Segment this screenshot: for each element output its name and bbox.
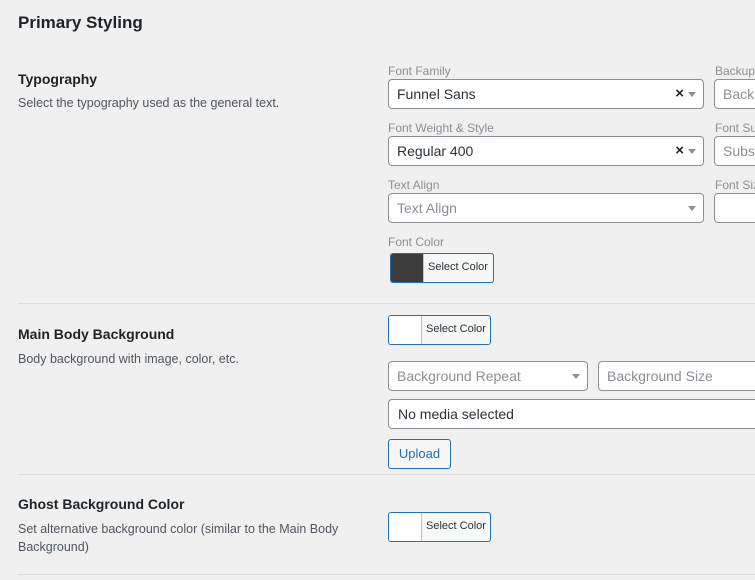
backup-font-select[interactable]: Backu	[714, 79, 755, 109]
ghost-background-color-swatch	[389, 513, 422, 541]
background-repeat-select[interactable]: Background Repeat	[388, 361, 588, 391]
text-align-placeholder: Text Align	[397, 200, 457, 216]
font-weight-select[interactable]: Regular 400 ×	[388, 136, 704, 166]
font-color-button[interactable]: Select Color	[390, 253, 494, 283]
font-weight-value: Regular 400	[397, 143, 474, 159]
body-background-color-swatch	[389, 316, 422, 344]
caret-down-icon	[688, 149, 696, 154]
backup-font-placeholder: Backu	[723, 86, 755, 102]
upload-button[interactable]: Upload	[388, 439, 451, 469]
page-title: Primary Styling	[18, 13, 143, 32]
media-field[interactable]: No media selected	[388, 399, 755, 429]
font-weight-label: Font Weight & Style	[388, 121, 494, 135]
section-divider	[18, 303, 755, 304]
font-subset-placeholder: Subse	[723, 143, 755, 159]
font-family-select[interactable]: Funnel Sans ×	[388, 79, 704, 109]
text-align-label: Text Align	[388, 178, 440, 192]
caret-down-icon	[572, 374, 580, 379]
caret-down-icon	[688, 206, 696, 211]
font-family-label: Font Family	[388, 64, 451, 78]
font-color-button-label: Select Color	[428, 261, 488, 273]
ghost-background-color-button[interactable]: Select Color	[388, 512, 491, 542]
main-body-background-description: Body background with image, color, etc.	[18, 352, 239, 366]
backup-font-label: Backup	[715, 64, 755, 78]
clear-x-icon[interactable]: ×	[675, 85, 684, 102]
font-family-value: Funnel Sans	[397, 86, 476, 102]
ghost-background-description: Set alternative background color (simila…	[18, 522, 339, 554]
ghost-background-title: Ghost Background Color	[18, 496, 185, 512]
section-divider	[18, 474, 755, 475]
font-subset-label: Font Su	[715, 121, 755, 135]
section-divider	[18, 574, 755, 575]
typography-description: Select the typography used as the genera…	[18, 96, 280, 110]
background-size-placeholder: Background Size	[607, 368, 713, 384]
font-subset-select[interactable]: Subse	[714, 136, 755, 166]
caret-down-icon	[688, 92, 696, 97]
background-repeat-placeholder: Background Repeat	[397, 368, 521, 384]
text-align-select[interactable]: Text Align	[388, 193, 704, 223]
font-size-input[interactable]	[714, 193, 755, 223]
body-background-color-button[interactable]: Select Color	[388, 315, 491, 345]
media-value: No media selected	[398, 406, 514, 422]
font-color-swatch	[391, 254, 424, 282]
main-body-background-title: Main Body Background	[18, 326, 175, 342]
background-size-select[interactable]: Background Size	[598, 361, 755, 391]
font-size-label: Font Siz	[715, 178, 755, 192]
font-color-label: Font Color	[388, 235, 445, 249]
body-background-color-button-label: Select Color	[426, 323, 486, 335]
ghost-background-color-button-label: Select Color	[426, 520, 486, 532]
typography-title: Typography	[18, 71, 98, 87]
clear-x-icon[interactable]: ×	[675, 142, 684, 159]
